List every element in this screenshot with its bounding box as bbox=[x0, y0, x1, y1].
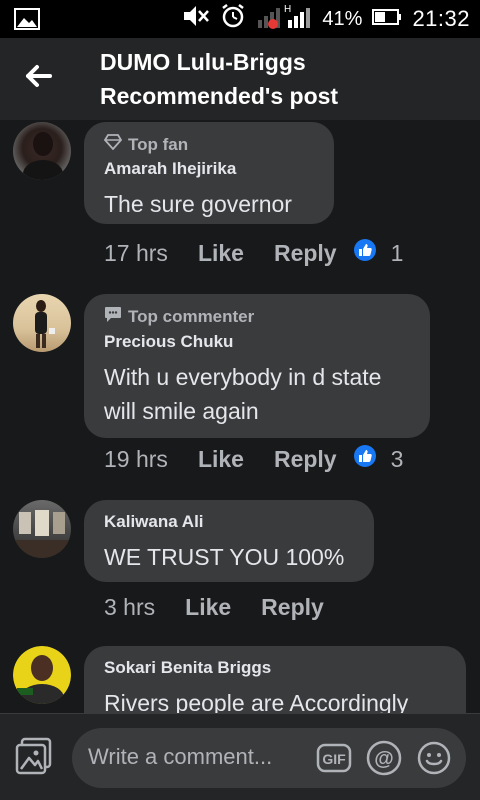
reply-button[interactable]: Reply bbox=[261, 594, 324, 621]
comment-bubble[interactable]: Kaliwana Ali WE TRUST YOU 100% bbox=[84, 500, 374, 582]
image-icon bbox=[14, 8, 40, 35]
comment-author[interactable]: Kaliwana Ali bbox=[104, 512, 354, 532]
comment-time[interactable]: 17 hrs bbox=[104, 240, 168, 267]
diamond-icon bbox=[103, 134, 123, 155]
comment-author[interactable]: Sokari Benita Briggs bbox=[104, 658, 446, 678]
avatar[interactable] bbox=[13, 646, 71, 704]
badge-label: Top commenter bbox=[128, 307, 255, 326]
comment-input-pill: GIF @ bbox=[72, 728, 466, 788]
comment-bubble[interactable]: Top fan Amarah Ihejirika The sure govern… bbox=[84, 122, 334, 224]
comment-time[interactable]: 3 hrs bbox=[104, 594, 155, 621]
comment-composer: GIF @ bbox=[0, 713, 480, 800]
comment-author[interactable]: Precious Chuku bbox=[104, 332, 410, 352]
reply-button[interactable]: Reply bbox=[274, 446, 337, 473]
page-title-line1: DUMO Lulu-Briggs bbox=[100, 49, 306, 75]
back-arrow-icon[interactable] bbox=[18, 56, 58, 96]
comment-actions: 19 hrs Like Reply 3 bbox=[104, 444, 403, 474]
emoji-icon[interactable] bbox=[416, 740, 452, 776]
reaction-number: 3 bbox=[390, 445, 404, 472]
comment-input[interactable] bbox=[88, 744, 308, 770]
comment-bubble-icon bbox=[104, 306, 122, 328]
reaction-count[interactable]: 1 bbox=[353, 238, 404, 268]
badge-label: Top fan bbox=[128, 134, 189, 154]
reply-button[interactable]: Reply bbox=[274, 240, 337, 267]
comment-actions: 17 hrs Like Reply 1 bbox=[104, 238, 403, 268]
comment-author[interactable]: Amarah Ihejirika bbox=[104, 159, 314, 179]
comment-text-line1: With u everybody in d state bbox=[104, 364, 382, 390]
reaction-number: 1 bbox=[390, 239, 404, 266]
comments-feed[interactable]: Top fan Amarah Ihejirika The sure govern… bbox=[0, 120, 480, 713]
alarm-icon bbox=[220, 3, 246, 35]
battery-percent: 41% bbox=[322, 7, 363, 30]
comment-text-line2: will smile again bbox=[104, 398, 259, 424]
svg-text:H: H bbox=[284, 4, 291, 15]
page-title: DUMO Lulu-Briggs Recommended's post bbox=[100, 45, 460, 113]
signal-icon: H bbox=[256, 2, 312, 36]
comment-bubble[interactable]: Top commenter Precious Chuku With u ever… bbox=[84, 294, 430, 438]
post-header: DUMO Lulu-Briggs Recommended's post bbox=[0, 38, 480, 120]
like-reaction-icon bbox=[353, 444, 377, 474]
mention-label: @ bbox=[374, 748, 394, 770]
like-button[interactable]: Like bbox=[185, 594, 231, 621]
comment-text: The sure governor bbox=[104, 191, 292, 217]
avatar[interactable] bbox=[13, 500, 71, 558]
photo-icon[interactable] bbox=[14, 736, 54, 776]
comment-text: Rivers people are Accordingly bbox=[104, 690, 409, 713]
avatar[interactable] bbox=[13, 294, 71, 352]
comment-time[interactable]: 19 hrs bbox=[104, 446, 168, 473]
like-button[interactable]: Like bbox=[198, 240, 244, 267]
gif-icon[interactable]: GIF bbox=[316, 740, 352, 776]
top-commenter-badge: Top commenter bbox=[104, 306, 410, 328]
comment-text: WE TRUST YOU 100% bbox=[104, 544, 345, 570]
avatar[interactable] bbox=[13, 122, 71, 180]
reaction-count[interactable]: 3 bbox=[353, 444, 404, 474]
gif-label: GIF bbox=[322, 751, 346, 767]
like-button[interactable]: Like bbox=[198, 446, 244, 473]
mute-icon bbox=[182, 4, 210, 34]
top-fan-badge: Top fan bbox=[103, 134, 314, 155]
comment-bubble[interactable]: Sokari Benita Briggs Rivers people are A… bbox=[84, 646, 466, 713]
clock: 21:32 bbox=[412, 6, 470, 31]
comment-actions: 3 hrs Like Reply bbox=[104, 594, 324, 621]
status-bar: H 41% 21:32 bbox=[0, 0, 480, 38]
battery-icon bbox=[372, 6, 402, 32]
mention-icon[interactable]: @ bbox=[366, 740, 402, 776]
like-reaction-icon bbox=[353, 238, 377, 268]
page-title-line2: Recommended's post bbox=[100, 83, 339, 109]
